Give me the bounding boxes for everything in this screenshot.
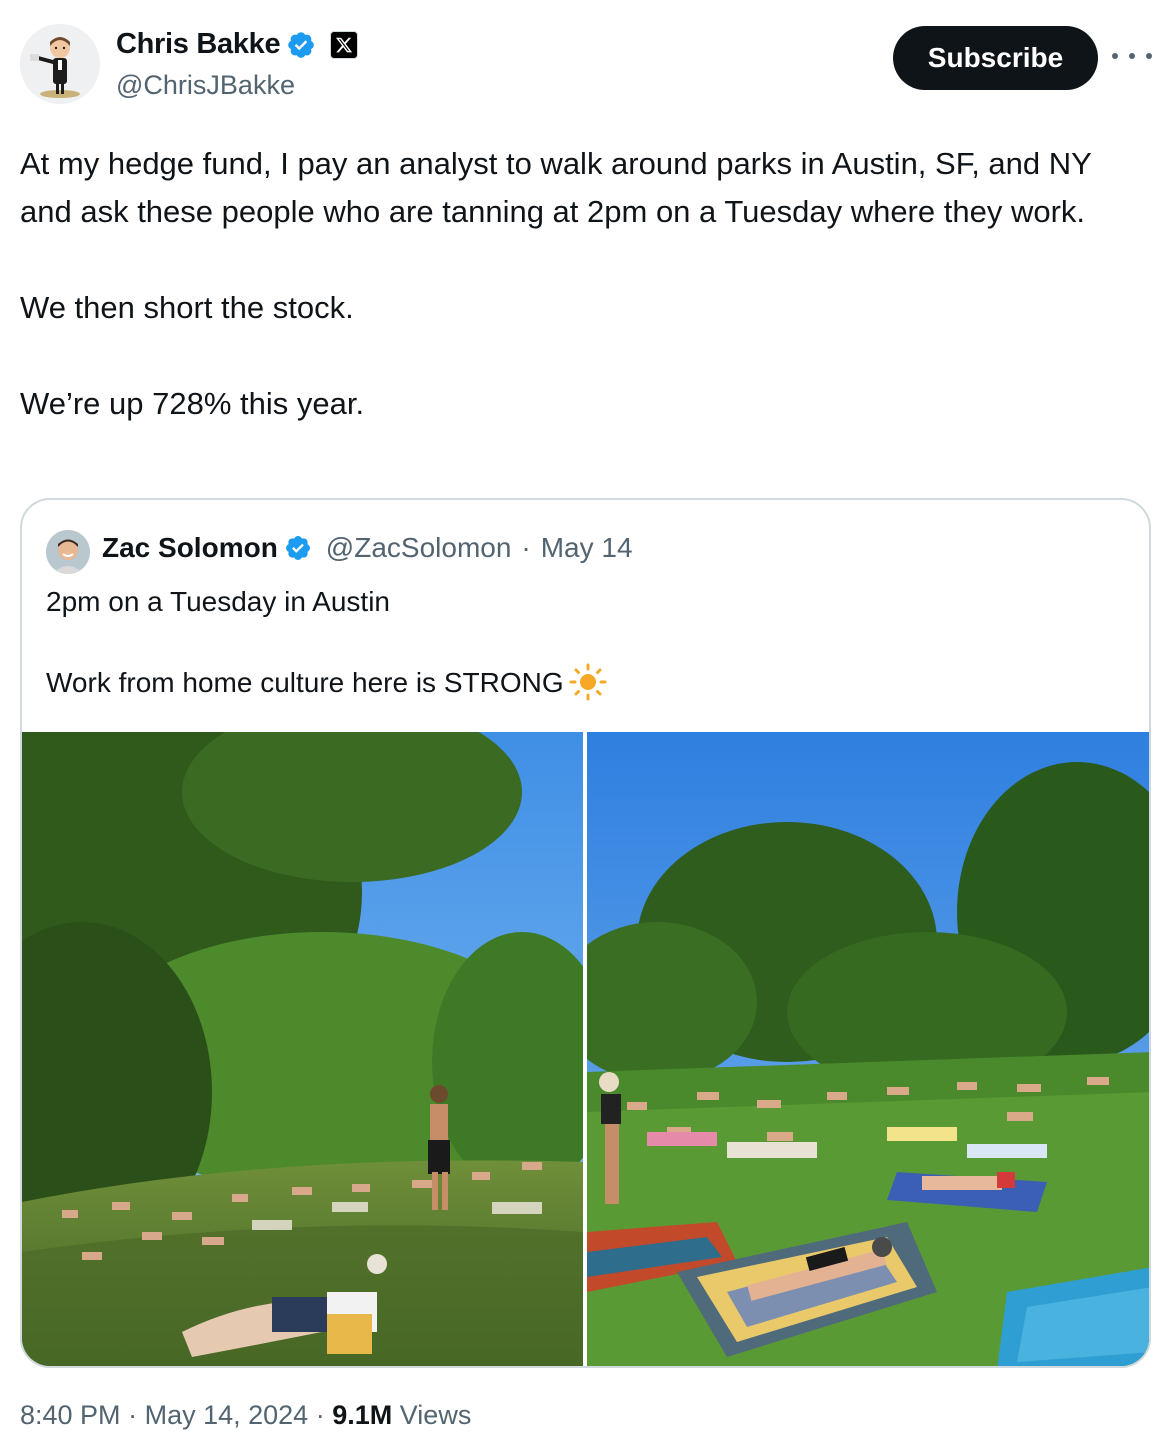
quoted-line-1: 2pm on a Tuesday in Austin — [46, 586, 390, 617]
quoted-author-avatar[interactable] — [46, 530, 90, 574]
separator-dot: · — [521, 532, 531, 563]
sun-emoji-icon — [568, 662, 608, 702]
verified-badge-icon — [284, 534, 312, 562]
views-label: Views — [399, 1400, 472, 1430]
park-photo-right[interactable] — [587, 732, 1149, 1366]
tweet-date[interactable]: May 14, 2024 — [145, 1400, 309, 1430]
quoted-author-handle[interactable]: @ZacSolomon — [326, 532, 512, 564]
quoted-line-2: Work from home culture here is STRONG — [46, 667, 564, 698]
separator-dot: · — [128, 1400, 138, 1430]
quoted-date[interactable]: May 14 — [541, 532, 633, 564]
verified-badge-icon — [286, 30, 316, 60]
author-name-row: Chris Bakke — [116, 28, 359, 61]
quoted-text: 2pm on a Tuesday in Austin Work from hom… — [46, 582, 1126, 703]
more-dot — [1112, 53, 1118, 59]
more-dot — [1129, 53, 1135, 59]
quoted-header: Zac Solomon @ZacSolomon · May 14 — [102, 532, 633, 564]
quoted-tweet-card[interactable]: Zac Solomon @ZacSolomon · May 14 2pm on … — [20, 498, 1151, 1368]
author-name[interactable]: Chris Bakke — [116, 28, 281, 61]
author-handle[interactable]: @ChrisJBakke — [116, 70, 295, 101]
separator-dot: · — [315, 1400, 325, 1430]
x-logo-icon — [330, 30, 359, 59]
quoted-author-name[interactable]: Zac Solomon — [102, 532, 278, 564]
quoted-photos — [22, 732, 1149, 1366]
park-photo-left[interactable] — [22, 732, 583, 1366]
tweet-meta: 8:40 PM · May 14, 2024 · 9.1M Views — [20, 1400, 471, 1431]
views-count[interactable]: 9.1M — [332, 1400, 392, 1430]
subscribe-button[interactable]: Subscribe — [893, 26, 1098, 90]
tweet-time[interactable]: 8:40 PM — [20, 1400, 121, 1430]
more-dot — [1146, 53, 1152, 59]
more-options-icon[interactable] — [1112, 44, 1152, 68]
tweet-text: At my hedge fund, I pay an analyst to wa… — [20, 146, 1092, 421]
author-avatar[interactable] — [20, 24, 100, 104]
